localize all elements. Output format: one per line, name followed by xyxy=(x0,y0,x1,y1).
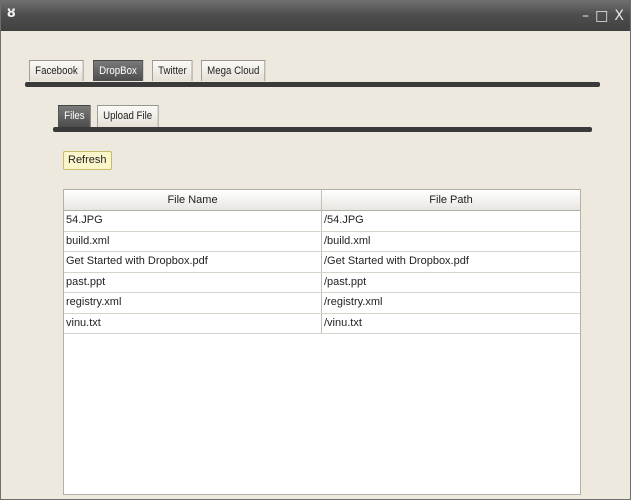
refresh-button[interactable]: Refresh xyxy=(63,151,112,170)
files-table: File Name File Path 54.JPG /54.JPG build… xyxy=(63,189,581,495)
dropbox-tabs-divider xyxy=(53,127,592,132)
title-bar[interactable]: ȣ – □ X xyxy=(1,1,630,31)
file-path-cell: /past.ppt xyxy=(324,275,367,288)
file-path-cell: /registry.xml xyxy=(324,296,383,308)
table-row[interactable]: registry.xml /registry.xml xyxy=(64,293,580,314)
tab-dropbox[interactable]: DropBox xyxy=(93,60,144,81)
table-row[interactable]: build.xml /build.xml xyxy=(64,231,580,252)
file-path-cell: /vinu.txt xyxy=(324,316,362,329)
file-name-cell: registry.xml xyxy=(64,293,322,313)
tab-files[interactable]: Files xyxy=(58,105,91,127)
column-header-file-name[interactable]: File Name xyxy=(64,190,322,210)
table-row[interactable]: Get Started with Dropbox.pdf /Get Starte… xyxy=(64,252,580,273)
file-name-cell: vinu.txt xyxy=(64,313,322,333)
file-path-cell: /build.xml xyxy=(324,234,371,247)
service-tabs-divider xyxy=(25,82,600,87)
app-icon: ȣ xyxy=(7,6,16,21)
minimize-icon[interactable]: – xyxy=(582,7,589,25)
tab-mega-cloud[interactable]: Mega Cloud xyxy=(200,60,266,81)
main-content: Facebook DropBox Twitter Mega Cloud File… xyxy=(1,31,630,499)
file-name-cell: 54.JPG xyxy=(64,211,322,231)
tab-twitter[interactable]: Twitter xyxy=(152,60,193,81)
maximize-icon[interactable]: □ xyxy=(595,7,608,25)
file-path-cell: /Get Started with Dropbox.pdf xyxy=(324,255,469,267)
file-name-cell: build.xml xyxy=(64,231,322,251)
file-path-cell: /54.JPG xyxy=(324,214,364,226)
window-controls: – □ X xyxy=(582,7,624,25)
app-window: ȣ – □ X Facebook DropBox Twitter Mega Cl… xyxy=(0,0,631,500)
close-icon[interactable]: X xyxy=(614,7,624,25)
table-row[interactable]: vinu.txt /vinu.txt xyxy=(64,313,580,334)
tab-upload-file[interactable]: Upload File xyxy=(97,105,159,127)
tab-facebook[interactable]: Facebook xyxy=(29,60,84,81)
service-tabs: Facebook DropBox Twitter Mega Cloud xyxy=(29,60,274,81)
column-header-file-path[interactable]: File Path xyxy=(322,190,580,210)
table-row[interactable]: past.ppt /past.ppt xyxy=(64,272,580,293)
table-header: File Name File Path xyxy=(64,190,580,211)
table-row[interactable]: 54.JPG /54.JPG xyxy=(64,211,580,232)
file-name-cell: past.ppt xyxy=(64,272,322,292)
file-name-cell: Get Started with Dropbox.pdf xyxy=(64,252,322,272)
dropbox-tabs: Files Upload File xyxy=(58,105,167,127)
